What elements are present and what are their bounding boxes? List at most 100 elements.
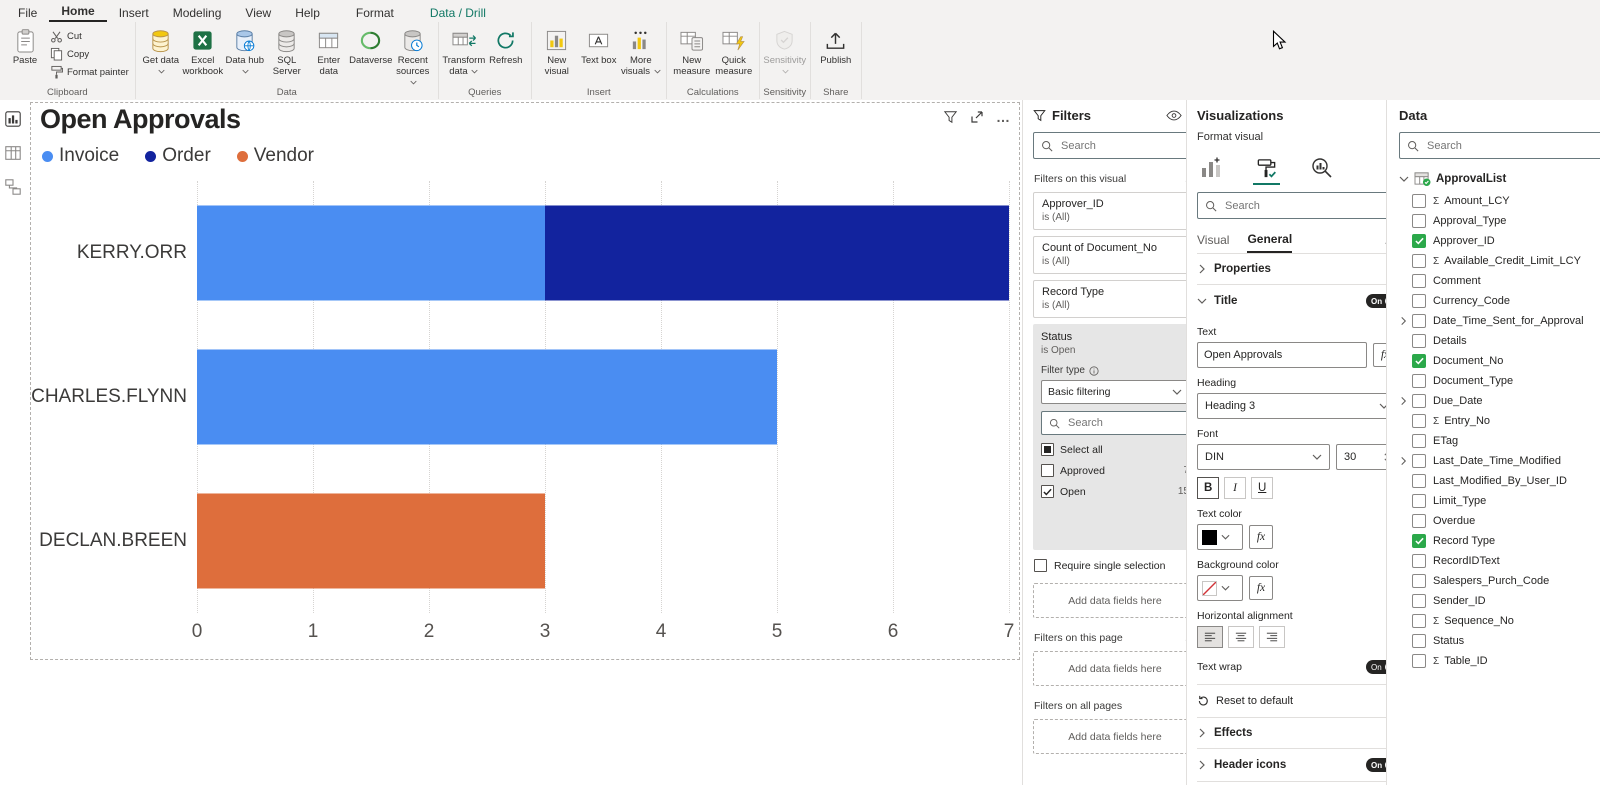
data-field-salespers-purch-code[interactable]: Salespers_Purch_Code xyxy=(1399,571,1600,591)
ribbon-tab-format[interactable]: Format xyxy=(344,3,406,22)
data-field-due-date[interactable]: Due_Date xyxy=(1399,391,1600,411)
data-field-currency-code[interactable]: Currency_Code xyxy=(1399,291,1600,311)
ribbon-button-more-visuals[interactable]: More visuals xyxy=(620,24,662,86)
ribbon-button-excel-workbook[interactable]: Excel workbook xyxy=(182,24,224,89)
font-family-select[interactable]: DIN xyxy=(1197,444,1330,470)
field-checkbox-unchecked[interactable] xyxy=(1412,434,1426,448)
field-checkbox-unchecked[interactable] xyxy=(1412,414,1426,428)
data-field-last-date-time-modified[interactable]: Last_Date_Time_Modified xyxy=(1399,451,1600,471)
ribbon-button-get-data[interactable]: Get data xyxy=(140,24,182,89)
filter-option-select-all[interactable]: Select all xyxy=(1041,443,1189,456)
section-effects[interactable]: Effects xyxy=(1197,718,1397,748)
background-color-swatch[interactable] xyxy=(1197,575,1243,601)
section-header-icons[interactable]: Header icons On xyxy=(1197,749,1397,781)
data-field-details[interactable]: Details xyxy=(1399,331,1600,351)
data-field-sequence-no[interactable]: Σ Sequence_No xyxy=(1399,611,1600,631)
ribbon-button-recent-sources[interactable]: Recent sources xyxy=(392,24,434,89)
build-visual-icon[interactable] xyxy=(1199,156,1223,180)
field-checkbox-unchecked[interactable] xyxy=(1412,634,1426,648)
data-field-etag[interactable]: ETag xyxy=(1399,431,1600,451)
bold-button[interactable]: B xyxy=(1197,477,1219,499)
text-color-swatch[interactable] xyxy=(1197,524,1243,550)
align-right-button[interactable] xyxy=(1259,626,1285,648)
data-field-overdue[interactable]: Overdue xyxy=(1399,511,1600,531)
ribbon-button-sql-server[interactable]: SQL Server xyxy=(266,24,308,89)
tab-general[interactable]: General xyxy=(1247,232,1293,253)
underline-button[interactable]: U xyxy=(1251,477,1273,499)
data-search[interactable] xyxy=(1399,132,1600,159)
field-checkbox-unchecked[interactable] xyxy=(1412,214,1426,228)
checkbox-checked[interactable] xyxy=(1041,485,1054,498)
data-field-recordidtext[interactable]: RecordIDText xyxy=(1399,551,1600,571)
filter-type-select[interactable]: Basic filtering xyxy=(1041,380,1189,404)
data-search-input[interactable] xyxy=(1425,138,1600,153)
field-checkbox-unchecked[interactable] xyxy=(1412,554,1426,568)
field-checkbox-unchecked[interactable] xyxy=(1412,334,1426,348)
data-field-record-type[interactable]: Record Type xyxy=(1399,531,1600,551)
field-checkbox-unchecked[interactable] xyxy=(1412,654,1426,668)
model-view-icon[interactable] xyxy=(4,178,22,196)
ribbon-tab-modeling[interactable]: Modeling xyxy=(161,3,234,22)
field-checkbox-unchecked[interactable] xyxy=(1412,614,1426,628)
title-text-input[interactable] xyxy=(1197,342,1367,368)
filter-card-count-of-document-no[interactable]: Count of Document_No is (All) xyxy=(1033,236,1197,274)
require-single-checkbox[interactable] xyxy=(1034,559,1047,572)
data-field-table-id[interactable]: Σ Table_ID xyxy=(1399,651,1600,671)
expand-icon[interactable] xyxy=(1399,457,1412,465)
filters-search-input[interactable] xyxy=(1059,138,1189,153)
bar-segment-invoice[interactable] xyxy=(197,205,545,301)
add-fields-dropzone-all-pages[interactable]: Add data fields here xyxy=(1033,719,1197,754)
format-visual-icon[interactable] xyxy=(1253,157,1280,185)
expand-icon[interactable] xyxy=(1399,317,1412,325)
status-filter-search-input[interactable] xyxy=(1066,416,1181,430)
field-checkbox-unchecked[interactable] xyxy=(1412,294,1426,308)
data-field-comment[interactable]: Comment xyxy=(1399,271,1600,291)
ribbon-button-format-painter[interactable]: Format painter xyxy=(50,65,129,79)
ribbon-button-sensitivity[interactable]: Sensitivity xyxy=(763,24,806,86)
ribbon-button-enter-data[interactable]: Enter data xyxy=(308,24,350,89)
ribbon-button-quick-measure[interactable]: Quick measure xyxy=(713,24,755,86)
filter-option-open[interactable]: Open 15 xyxy=(1041,485,1189,498)
field-checkbox-unchecked[interactable] xyxy=(1412,454,1426,468)
data-field-available-credit-limit-lcy[interactable]: Σ Available_Credit_Limit_LCY xyxy=(1399,251,1600,271)
report-canvas[interactable]: … Open Approvals Invoice Order Vendor KERR… xyxy=(26,100,1022,785)
field-checkbox-unchecked[interactable] xyxy=(1412,254,1426,268)
ribbon-tab-home[interactable]: Home xyxy=(49,1,107,22)
field-checkbox-unchecked[interactable] xyxy=(1412,394,1426,408)
data-field-limit-type[interactable]: Limit_Type xyxy=(1399,491,1600,511)
data-field-sender-id[interactable]: Sender_ID xyxy=(1399,591,1600,611)
text-color-fx-button[interactable]: fx xyxy=(1249,525,1273,549)
ribbon-button-dataverse[interactable]: Dataverse xyxy=(349,24,392,89)
field-checkbox-unchecked[interactable] xyxy=(1412,374,1426,388)
format-search-input[interactable] xyxy=(1223,198,1389,213)
eye-icon[interactable] xyxy=(1166,110,1182,121)
status-filter-search[interactable] xyxy=(1041,411,1189,435)
filter-option-approved[interactable]: Approved7 xyxy=(1041,464,1189,477)
align-left-button[interactable] xyxy=(1197,626,1223,648)
bar-segment-vendor[interactable] xyxy=(197,493,545,589)
report-view-icon[interactable] xyxy=(4,110,22,128)
ribbon-tab-help[interactable]: Help xyxy=(283,3,332,22)
bar-chart-visual[interactable]: … Open Approvals Invoice Order Vendor KERR… xyxy=(30,102,1020,660)
ribbon-button-paste[interactable]: Paste xyxy=(4,24,46,86)
expand-icon[interactable] xyxy=(1399,397,1412,405)
ribbon-button-new-visual[interactable]: New visual xyxy=(536,24,578,86)
field-checkbox-unchecked[interactable] xyxy=(1412,494,1426,508)
field-checkbox-unchecked[interactable] xyxy=(1412,474,1426,488)
field-checkbox-unchecked[interactable] xyxy=(1412,194,1426,208)
ribbon-button-publish[interactable]: Publish xyxy=(815,24,857,86)
data-field-approver-id[interactable]: Approver_ID xyxy=(1399,231,1600,251)
ribbon-button-cut[interactable]: Cut xyxy=(50,30,129,43)
add-fields-dropzone-visual[interactable]: Add data fields here xyxy=(1033,583,1197,618)
filters-search[interactable] xyxy=(1033,132,1197,159)
field-checkbox-unchecked[interactable] xyxy=(1412,594,1426,608)
field-checkbox-unchecked[interactable] xyxy=(1412,574,1426,588)
data-field-document-no[interactable]: Document_No xyxy=(1399,351,1600,371)
data-field-document-type[interactable]: Document_Type xyxy=(1399,371,1600,391)
bar-segment-order[interactable] xyxy=(545,205,1009,301)
focus-mode-icon[interactable] xyxy=(970,110,984,124)
data-field-amount-lcy[interactable]: Σ Amount_LCY xyxy=(1399,191,1600,211)
data-field-approval-type[interactable]: Approval_Type xyxy=(1399,211,1600,231)
ribbon-button-text-box[interactable]: Text box xyxy=(578,24,620,86)
ribbon-button-transform-data[interactable]: Transform data xyxy=(442,24,485,86)
